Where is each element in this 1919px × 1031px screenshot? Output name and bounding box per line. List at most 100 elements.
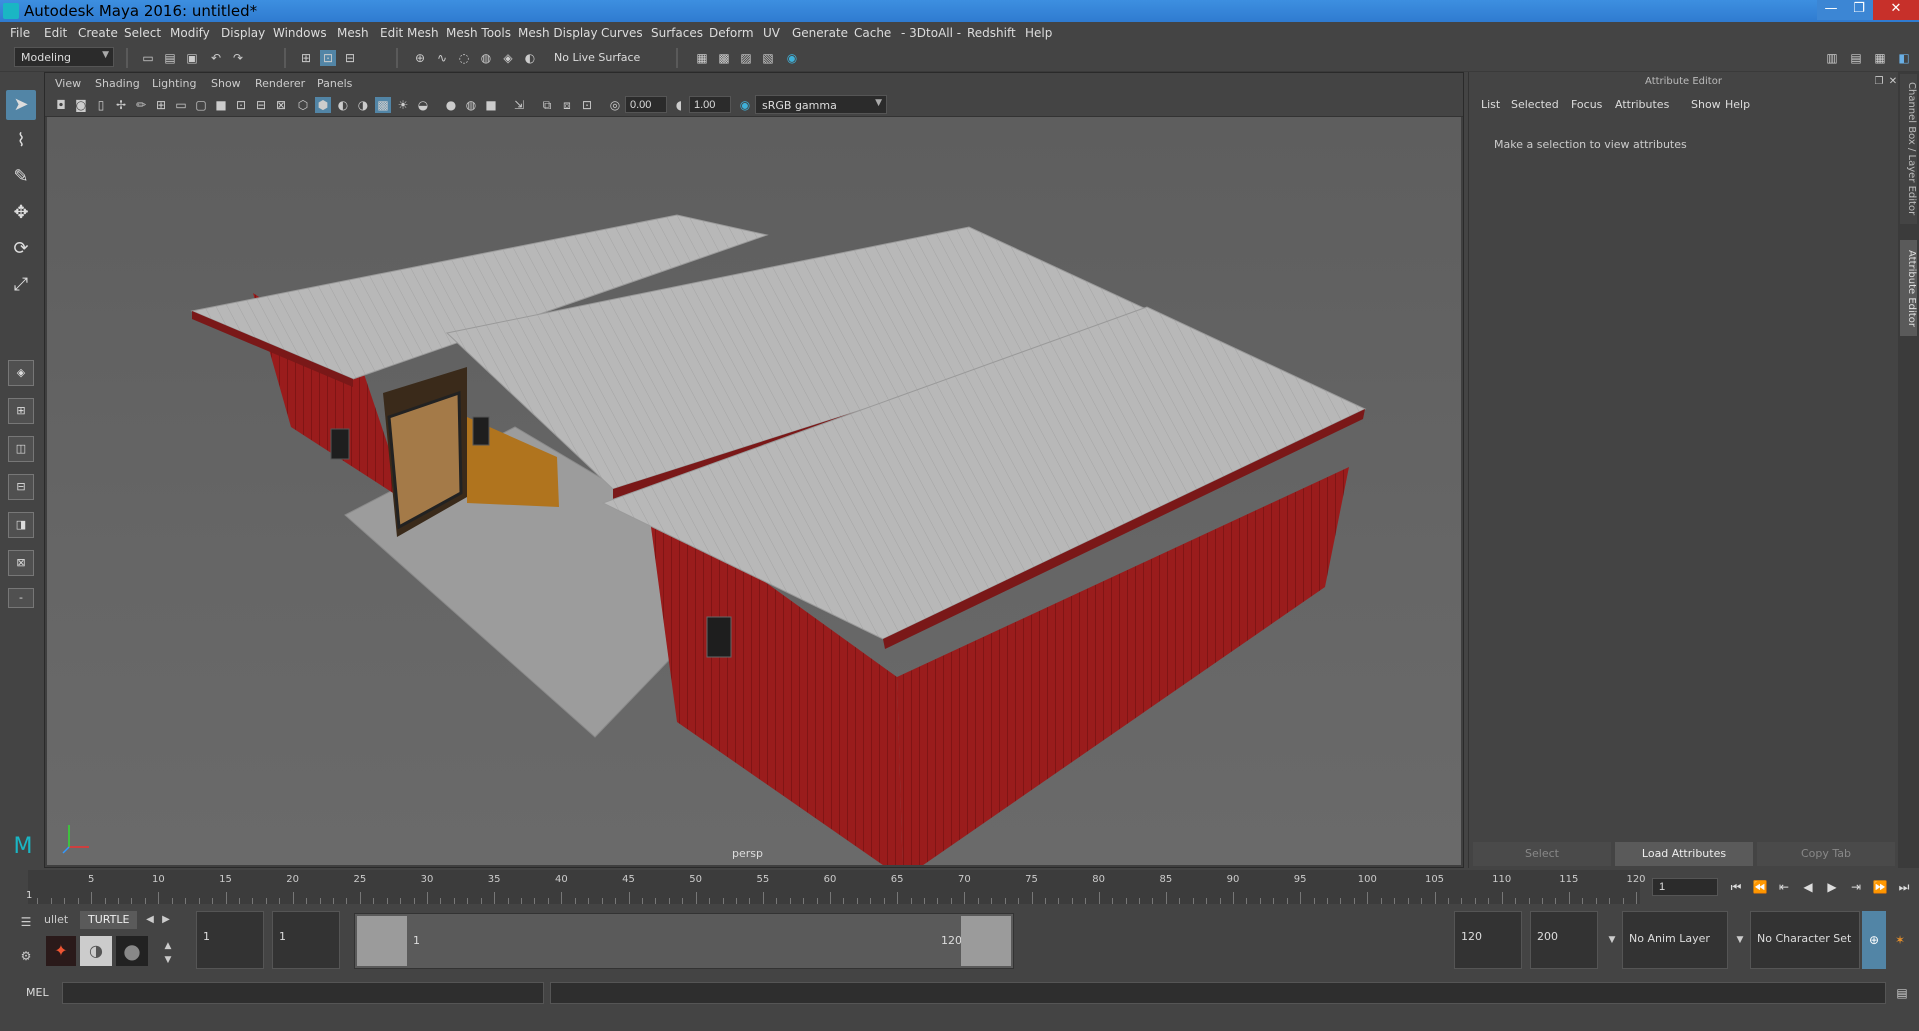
ambient-occlusion-icon[interactable]: ● bbox=[443, 97, 459, 113]
undo-icon[interactable]: ↶ bbox=[208, 50, 224, 66]
panel-menu-renderer[interactable]: Renderer bbox=[255, 77, 305, 90]
load-attributes-button[interactable]: Load Attributes bbox=[1615, 842, 1753, 866]
current-frame-field[interactable] bbox=[1652, 878, 1718, 896]
menu-windows[interactable]: Windows bbox=[273, 26, 327, 40]
menu-cache[interactable]: Cache bbox=[854, 26, 891, 40]
step-forward-frame-icon[interactable]: ⏩ bbox=[1872, 879, 1888, 895]
use-all-lights-icon[interactable]: ☀ bbox=[395, 97, 411, 113]
snap-curve-icon[interactable]: ∿ bbox=[434, 50, 450, 66]
menu-uv[interactable]: UV bbox=[763, 26, 780, 40]
menu-edit-mesh[interactable]: Edit Mesh bbox=[380, 26, 439, 40]
safe-action-icon[interactable]: ⊟ bbox=[253, 97, 269, 113]
isolate-select-icon[interactable]: ⇲ bbox=[511, 97, 527, 113]
select-object-icon[interactable]: ⊡ bbox=[320, 50, 336, 66]
anim-layer-dropdown[interactable]: No Anim Layer bbox=[1622, 911, 1728, 969]
time-ruler[interactable]: 5 10 15 20 25 30 35 40 45 50 55 60 65 70 75 80 85 90 95 100… bbox=[28, 870, 1646, 904]
panel-menu-shading[interactable]: Shading bbox=[95, 77, 140, 90]
render-current-icon[interactable]: ▩ bbox=[716, 50, 732, 66]
play-backwards-icon[interactable]: ◀ bbox=[1800, 879, 1816, 895]
camera-bookmark-icon[interactable]: ◙ bbox=[73, 97, 89, 113]
turtle-sphere-icon[interactable]: ● bbox=[116, 936, 148, 966]
minimize-button[interactable]: — bbox=[1817, 0, 1845, 20]
film-gate-icon[interactable]: ▭ bbox=[173, 97, 189, 113]
panel-menu-view[interactable]: View bbox=[55, 77, 81, 90]
smooth-shade-icon[interactable]: ⬢ bbox=[315, 97, 331, 113]
modeling-toolkit-icon[interactable]: ▥ bbox=[1824, 50, 1840, 66]
live-surface-label[interactable]: No Live Surface bbox=[554, 51, 640, 64]
xray-joints-icon[interactable]: ⧈ bbox=[559, 97, 575, 113]
turtle-baking-icon[interactable]: ◑ bbox=[80, 936, 112, 966]
motion-blur-icon[interactable]: ◍ bbox=[463, 97, 479, 113]
ae-menu-focus[interactable]: Focus bbox=[1571, 98, 1602, 111]
menu-mesh-display[interactable]: Mesh Display bbox=[518, 26, 598, 40]
wireframe-icon[interactable]: ⬡ bbox=[295, 97, 311, 113]
script-editor-icon[interactable]: ▤ bbox=[1894, 985, 1910, 1001]
copy-tab-button[interactable]: Copy Tab bbox=[1757, 842, 1895, 866]
snap-point-icon[interactable]: ◌ bbox=[456, 50, 472, 66]
snap-view-icon[interactable]: ◍ bbox=[478, 50, 494, 66]
field-chart-icon[interactable]: ⊡ bbox=[233, 97, 249, 113]
select-component-icon[interactable]: ⊟ bbox=[342, 50, 358, 66]
save-scene-icon[interactable]: ▣ bbox=[184, 50, 200, 66]
auto-key-icon[interactable]: ⊕ bbox=[1862, 911, 1886, 969]
two-d-pan-icon[interactable]: ✢ bbox=[113, 97, 129, 113]
exposure-icon[interactable]: ◎ bbox=[607, 97, 623, 113]
step-forward-key-icon[interactable]: ⇥ bbox=[1848, 879, 1864, 895]
panel-menu-show[interactable]: Show bbox=[211, 77, 241, 90]
menu-generate[interactable]: Generate bbox=[792, 26, 848, 40]
menu-deform[interactable]: Deform bbox=[709, 26, 754, 40]
panel-menu-lighting[interactable]: Lighting bbox=[152, 77, 196, 90]
single-perspective-layout-icon[interactable]: ◈ bbox=[8, 360, 34, 386]
more-layouts-icon[interactable]: - bbox=[8, 588, 34, 608]
channel-box-icon[interactable]: ◧ bbox=[1896, 50, 1912, 66]
anim-start-field[interactable]: 1 bbox=[196, 911, 264, 969]
ae-menu-attributes[interactable]: Attributes bbox=[1615, 98, 1669, 111]
step-back-frame-icon[interactable]: ⏪ bbox=[1752, 879, 1768, 895]
rotate-tool-icon[interactable]: ⟳ bbox=[6, 234, 36, 264]
playback-end-field[interactable]: 120 bbox=[1454, 911, 1522, 969]
menu-3dtoall[interactable]: - 3DtoAll - bbox=[901, 26, 961, 40]
ae-menu-selected[interactable]: Selected bbox=[1511, 98, 1559, 111]
new-scene-icon[interactable]: ▭ bbox=[140, 50, 156, 66]
outliner-persp-icon[interactable]: ⊠ bbox=[8, 550, 34, 576]
open-scene-icon[interactable]: ▤ bbox=[162, 50, 178, 66]
menu-create[interactable]: Create bbox=[78, 26, 118, 40]
snap-vertex-icon[interactable]: ◐ bbox=[522, 50, 538, 66]
close-button[interactable]: ✕ bbox=[1873, 0, 1919, 20]
menu-surfaces[interactable]: Surfaces bbox=[651, 26, 703, 40]
xray-components-icon[interactable]: ⊡ bbox=[579, 97, 595, 113]
go-to-start-icon[interactable]: ⏮ bbox=[1728, 879, 1744, 895]
range-end-handle[interactable] bbox=[961, 916, 1011, 966]
lasso-tool-icon[interactable]: ⌇ bbox=[6, 126, 36, 156]
select-hierarchy-icon[interactable]: ⊞ bbox=[298, 50, 314, 66]
menu-edit[interactable]: Edit bbox=[44, 26, 67, 40]
shelf-tab-bullet[interactable]: ullet bbox=[36, 911, 76, 929]
persp-outliner-layout-icon[interactable]: ◫ bbox=[8, 436, 34, 462]
default-material-icon[interactable]: ◑ bbox=[355, 97, 371, 113]
play-forwards-icon[interactable]: ▶ bbox=[1824, 879, 1840, 895]
safe-title-icon[interactable]: ⊠ bbox=[273, 97, 289, 113]
shelf-menu-icon[interactable]: ☰ bbox=[18, 914, 34, 930]
menu-display[interactable]: Display bbox=[221, 26, 265, 40]
menu-mesh-tools[interactable]: Mesh Tools bbox=[446, 26, 511, 40]
grid-toggle-icon[interactable]: ⊞ bbox=[153, 97, 169, 113]
menu-modify[interactable]: Modify bbox=[170, 26, 210, 40]
xray-icon[interactable]: ⧉ bbox=[539, 97, 555, 113]
render-settings-icon[interactable]: ▧ bbox=[760, 50, 776, 66]
shadows-icon[interactable]: ◒ bbox=[415, 97, 431, 113]
3d-viewport[interactable]: persp bbox=[47, 117, 1461, 865]
grease-pencil-icon[interactable]: ✏ bbox=[133, 97, 149, 113]
color-management-icon[interactable]: ◉ bbox=[737, 97, 753, 113]
ipr-render-icon[interactable]: ▨ bbox=[738, 50, 754, 66]
menu-help[interactable]: Help bbox=[1025, 26, 1052, 40]
redo-icon[interactable]: ↷ bbox=[230, 50, 246, 66]
time-slider[interactable]: 5 10 15 20 25 30 35 40 45 50 55 60 65 70 75 80 85 90 95 100… bbox=[0, 870, 1919, 906]
persp-outliner-graph-icon[interactable]: ◨ bbox=[8, 512, 34, 538]
shelf-tab-turtle[interactable]: TURTLE bbox=[80, 911, 138, 929]
snap-grid-icon[interactable]: ⊕ bbox=[412, 50, 428, 66]
select-tool-icon[interactable]: ➤ bbox=[6, 90, 36, 120]
shelf-scroll-left-icon[interactable]: ◀ bbox=[142, 912, 158, 928]
tab-channel-box[interactable]: Channel Box / Layer Editor bbox=[1900, 74, 1917, 224]
attribute-editor-toggle-icon[interactable]: ▤ bbox=[1848, 50, 1864, 66]
ae-menu-help[interactable]: Help bbox=[1725, 98, 1750, 111]
